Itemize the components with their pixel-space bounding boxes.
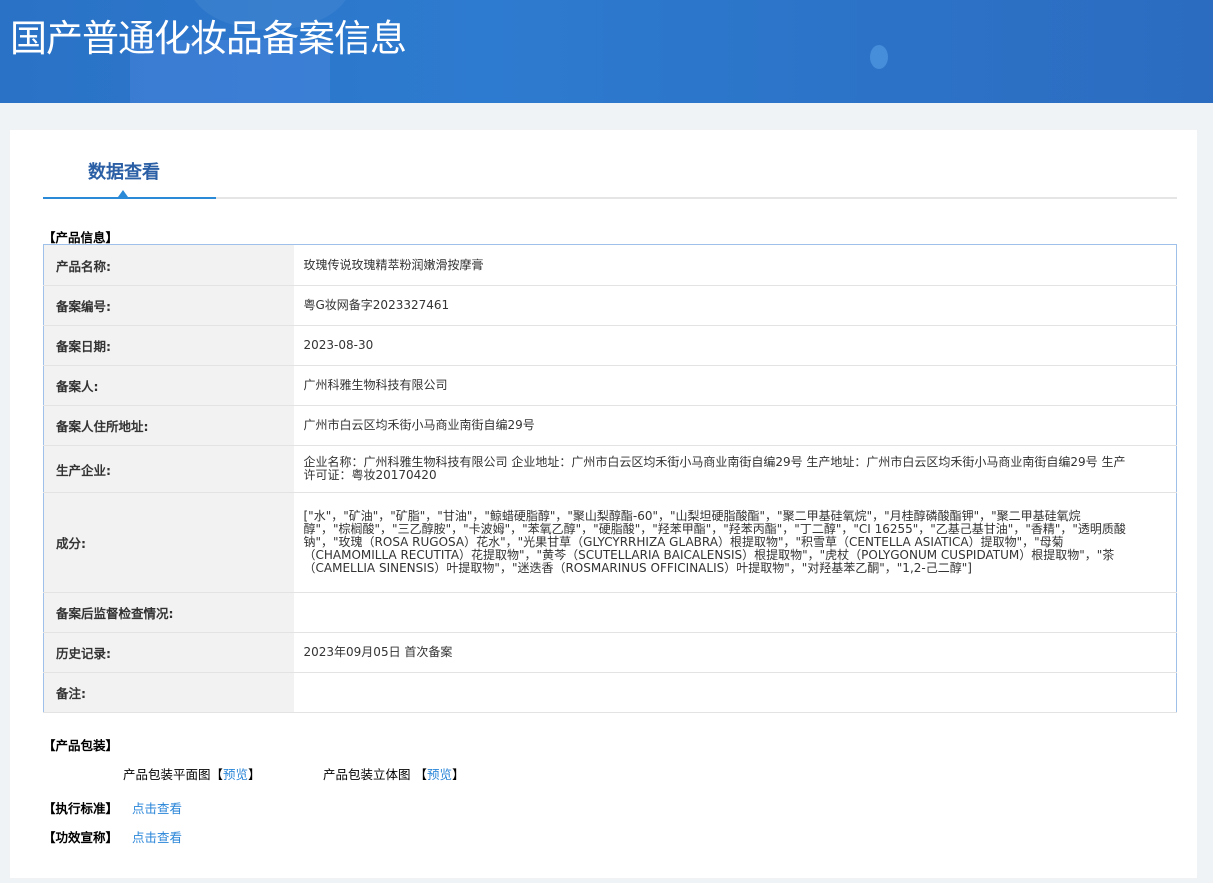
row-label: 成分: — [43, 492, 294, 593]
preview-flat-link[interactable]: 预览 — [223, 767, 248, 782]
row-label: 备案人: — [43, 365, 294, 406]
efficacy-view-link[interactable]: 点击查看 — [132, 827, 182, 846]
tab-underline — [43, 190, 1177, 199]
standard-view-link[interactable]: 点击查看 — [132, 798, 182, 817]
row-value: 粤G妆网备字2023327461 — [293, 285, 1177, 326]
bracket: 【 — [414, 767, 427, 782]
table-row: 备注: — [43, 672, 1177, 713]
packaging-flat-label: 产品包装平面图 — [123, 767, 211, 782]
table-row: 历史记录: 2023年09月05日 首次备案 — [43, 632, 1177, 673]
row-value — [293, 672, 1177, 713]
row-value: 2023年09月05日 首次备案 — [293, 632, 1177, 673]
table-row: 备案编号: 粤G妆网备字2023327461 — [43, 285, 1177, 326]
product-info-table: 产品名称: 玫瑰传说玫瑰精萃粉润嫩滑按摩膏 备案编号: 粤G妆网备字20233274… — [43, 244, 1177, 713]
row-label: 历史记录: — [43, 632, 294, 673]
table-row: 成分: ["水"，"矿油"，"矿脂"，"甘油"，"鲸蜡硬脂醇"，"聚山梨醇酯-60… — [43, 492, 1177, 593]
row-value: 企业名称：广州科雅生物科技有限公司 企业地址：广州市白云区均禾街小马商业南街自编… — [293, 445, 1177, 493]
packaging-solid: 产品包装立体图 【预览】 — [323, 764, 465, 783]
bracket: 】 — [248, 767, 261, 782]
page-header: 国产普通化妆品备案信息 — [0, 0, 1213, 103]
row-label: 备注: — [43, 672, 294, 713]
row-label: 备案日期: — [43, 325, 294, 366]
efficacy-heading: 【功效宣称】 — [43, 830, 119, 845]
row-value: ["水"，"矿油"，"矿脂"，"甘油"，"鲸蜡硬脂醇"，"聚山梨醇酯-60"，"… — [293, 492, 1177, 593]
bracket: 【 — [210, 767, 224, 782]
table-row: 备案人住所地址: 广州市白云区均禾街小马商业南街自编29号 — [43, 405, 1177, 446]
table-row: 备案后监督检查情况: — [43, 592, 1177, 633]
preview-solid-link[interactable]: 预览 — [427, 767, 452, 782]
row-value: 玫瑰传说玫瑰精萃粉润嫩滑按摩膏 — [293, 244, 1177, 286]
page-title: 国产普通化妆品备案信息 — [10, 17, 407, 60]
row-label: 备案编号: — [43, 285, 294, 326]
standard-heading: 【执行标准】 — [43, 801, 119, 816]
packaging-heading: 【产品包装】 — [43, 738, 119, 753]
table-row: 备案人: 广州科雅生物科技有限公司 — [43, 365, 1177, 406]
packaging-solid-label: 产品包装立体图 — [323, 767, 415, 782]
row-label: 生产企业: — [43, 445, 294, 493]
bracket: 】 — [452, 767, 465, 782]
table-row: 生产企业: 企业名称：广州科雅生物科技有限公司 企业地址：广州市白云区均禾街小马商… — [43, 445, 1177, 493]
row-value: 广州科雅生物科技有限公司 — [293, 365, 1177, 406]
content-card: 数据查看 【产品信息】 产品名称: 玫瑰传说玫瑰精萃粉润嫩滑按摩膏 备案编号: 粤G… — [10, 130, 1197, 878]
packaging-flat: 产品包装平面图【预览】 — [123, 764, 261, 783]
tab-pointer-icon — [118, 190, 128, 197]
tab-data-view[interactable]: 数据查看 — [88, 158, 160, 184]
row-value: 2023-08-30 — [293, 325, 1177, 366]
row-label: 备案后监督检查情况: — [43, 592, 294, 633]
row-label: 产品名称: — [43, 244, 294, 286]
header-decoration — [870, 45, 888, 69]
table-row: 备案日期: 2023-08-30 — [43, 325, 1177, 366]
row-value — [293, 592, 1177, 633]
table-row: 产品名称: 玫瑰传说玫瑰精萃粉润嫩滑按摩膏 — [43, 244, 1177, 286]
row-label: 备案人住所地址: — [43, 405, 294, 446]
row-value: 广州市白云区均禾街小马商业南街自编29号 — [293, 405, 1177, 446]
